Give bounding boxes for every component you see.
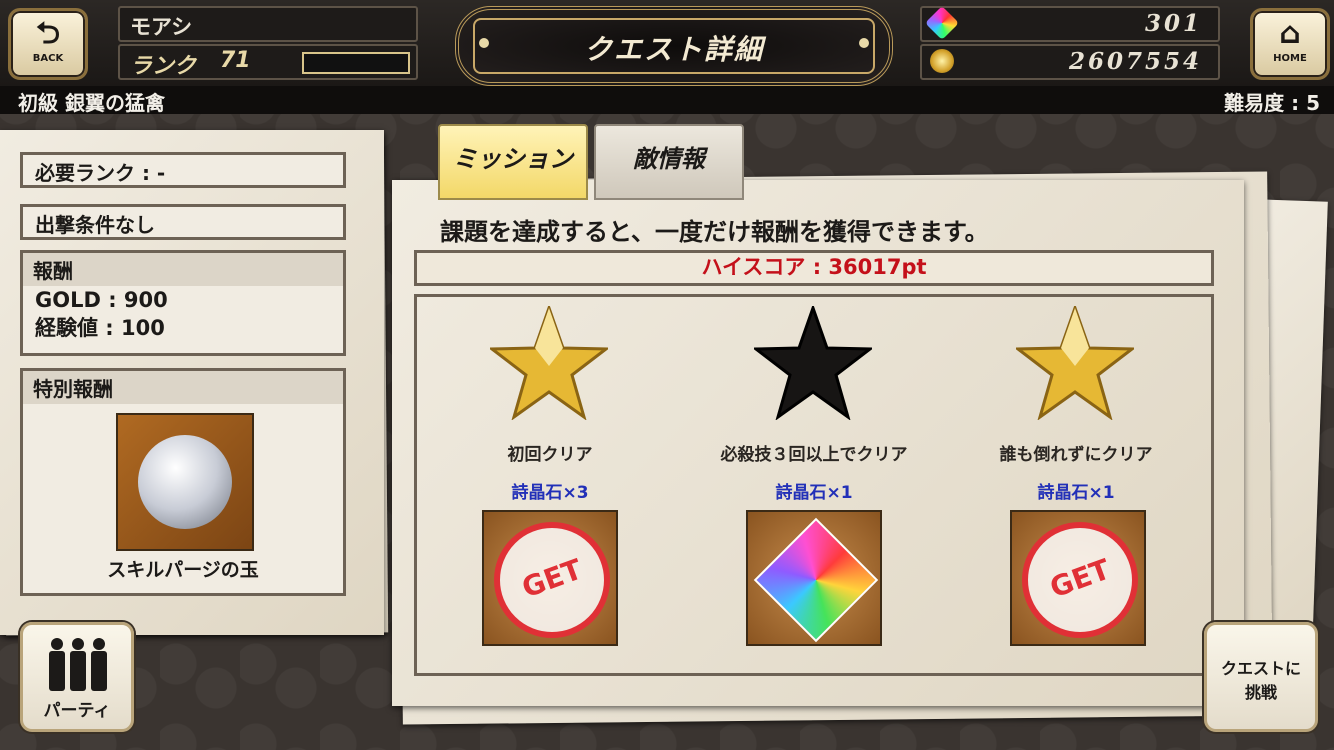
rainbow-gem-icon <box>753 517 879 643</box>
sortie-condition: 出撃条件なし <box>35 213 155 237</box>
left-panel: 必要ランク : - 出撃条件なし 報酬 GOLD : 900 経験値 : 100… <box>0 130 384 635</box>
mission-2-star-icon <box>754 306 872 420</box>
mission-1-star-icon <box>490 306 608 420</box>
get-stamp-text: GET <box>517 552 587 605</box>
reward-box: 報酬 GOLD : 900 経験値 : 100 <box>20 250 346 356</box>
mission-description: 課題を達成すると、一度だけ報酬を獲得できます。 <box>440 218 989 246</box>
start-quest-label-line2: 挑戦 <box>1244 683 1277 702</box>
tab-enemy-info[interactable]: 敵情報 <box>594 124 744 200</box>
mission-3-reward-tile[interactable]: GET <box>1010 510 1146 646</box>
quest-difficulty: 難易度 : 5 <box>1224 91 1320 115</box>
get-stamp-icon: GET <box>494 522 610 638</box>
gems-count: 301 <box>1144 10 1202 37</box>
skill-purge-orb-icon <box>138 435 232 529</box>
page-title: クエスト詳細 <box>583 33 764 66</box>
special-reward-item-tile[interactable] <box>116 413 254 551</box>
mission-1-reward-tile[interactable]: GET <box>482 510 618 646</box>
reward-heading: 報酬 <box>23 253 343 286</box>
high-score: ハイスコア : 36017pt <box>414 250 1214 286</box>
reward-gold: GOLD : 900 <box>35 288 168 312</box>
home-button[interactable]: ⌂ HOME <box>1250 8 1330 80</box>
party-button[interactable]: パーティ <box>20 622 134 732</box>
start-quest-button[interactable]: クエストに 挑戦 <box>1204 622 1318 732</box>
gold-coin-icon <box>930 49 954 73</box>
tab-mission[interactable]: ミッション <box>438 124 588 200</box>
back-label: BACK <box>32 53 64 64</box>
mission-3-reward: 詩晶石×1 <box>1037 483 1115 503</box>
mission-1-label: 初回クリア <box>507 445 593 465</box>
back-arrow-icon: ⮌ <box>35 16 61 51</box>
player-name: モアシ <box>130 15 193 39</box>
required-rank: 必要ランク : - <box>35 161 166 185</box>
quest-info-bar: 初級 銀翼の猛禽 難易度 : 5 <box>0 86 1334 115</box>
rank-plate: ランク 71 <box>118 44 418 80</box>
home-label: HOME <box>1273 53 1307 64</box>
special-reward-item-name: スキルパージの玉 <box>107 559 259 581</box>
mission-1-reward: 詩晶石×3 <box>511 483 589 503</box>
home-icon: ⌂ <box>1279 16 1301 51</box>
rainbow-gem-icon <box>925 6 959 40</box>
start-quest-label-line1: クエストに <box>1220 659 1301 678</box>
party-label: パーティ <box>43 701 111 721</box>
mission-2-reward-tile[interactable] <box>746 510 882 646</box>
mission-3-label: 誰も倒れずにクリア <box>999 445 1153 465</box>
gold-count: 2607554 <box>1068 48 1202 75</box>
quest-name: 初級 銀翼の猛禽 <box>18 91 165 115</box>
mission-2-reward: 詩晶石×1 <box>775 483 853 503</box>
required-rank-box: 必要ランク : - <box>20 152 346 188</box>
sortie-condition-box: 出撃条件なし <box>20 204 346 240</box>
rank-label: ランク <box>130 54 197 79</box>
rank-exp-bar <box>302 52 410 74</box>
player-name-plate: モアシ <box>118 6 418 42</box>
get-stamp-text: GET <box>1045 552 1115 605</box>
gems-plate: 301 <box>920 6 1220 42</box>
reward-exp: 経験値 : 100 <box>35 316 165 340</box>
mission-3-star-icon <box>1016 306 1134 420</box>
get-stamp-icon: GET <box>1022 522 1138 638</box>
rank-value: 71 <box>220 48 251 73</box>
party-members-icon <box>49 638 107 691</box>
special-reward-heading: 特別報酬 <box>23 371 343 404</box>
special-reward-box: 特別報酬 スキルパージの玉 <box>20 368 346 596</box>
gold-plate: 2607554 <box>920 44 1220 80</box>
back-button[interactable]: ⮌ BACK <box>8 8 88 80</box>
title-plate: クエスト詳細 <box>455 6 893 86</box>
mission-2-label: 必殺技３回以上でクリア <box>720 445 908 465</box>
